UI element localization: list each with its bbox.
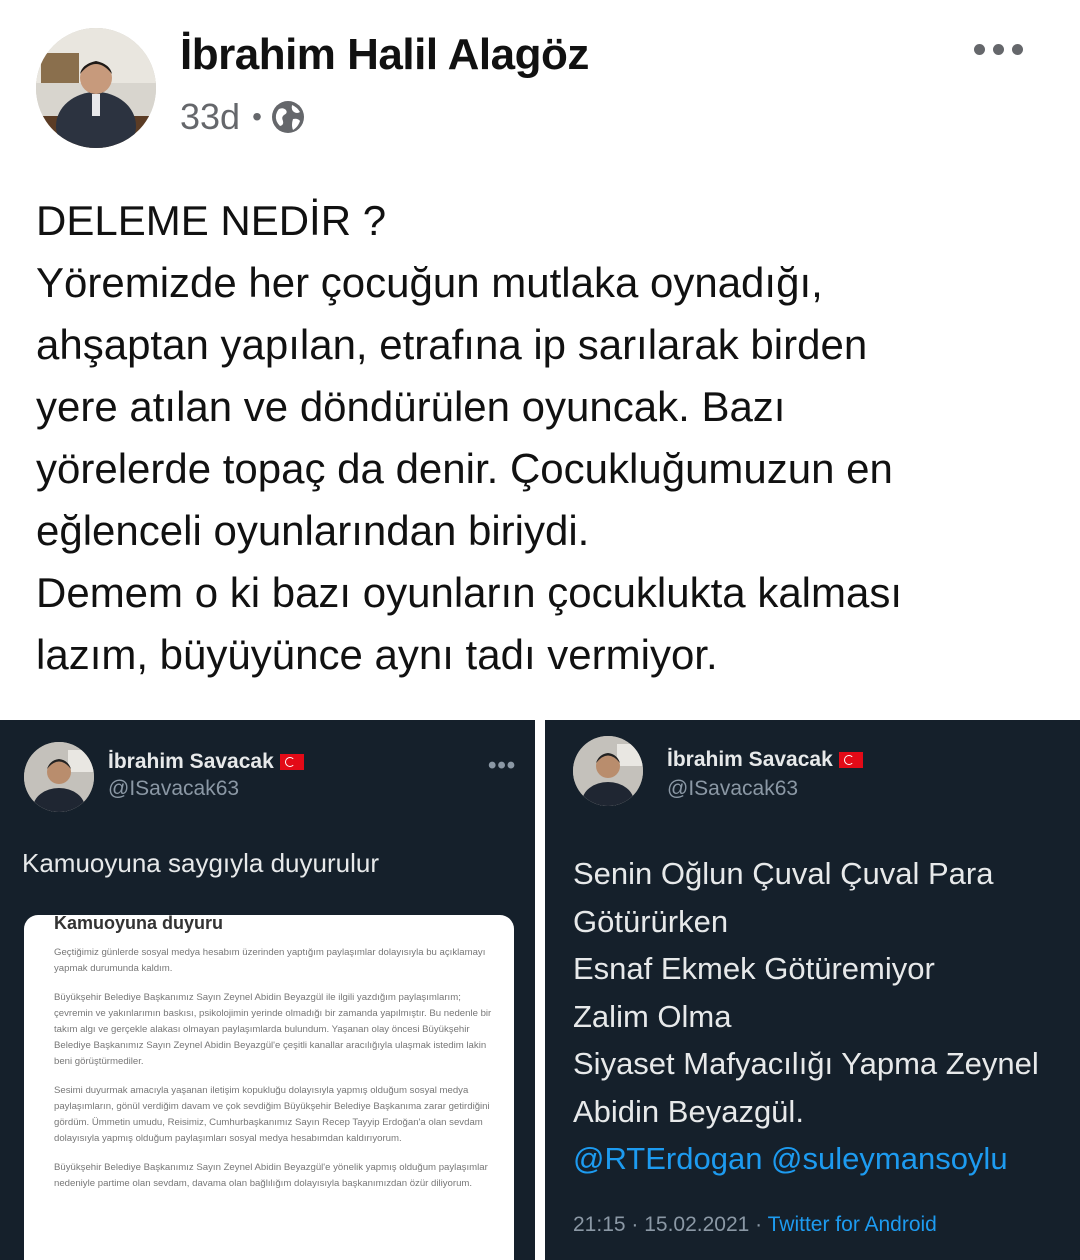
tweet-screenshot-left[interactable]: İbrahim Savacak @ISavacak63 ••• Kamuoyun…	[0, 720, 535, 1260]
statement-image-card[interactable]: Kamuoyuna duyuru Geçtiğimiz günlerde sos…	[24, 915, 514, 1260]
tweet-handle[interactable]: @ISavacak63	[667, 777, 798, 801]
statement-paragraph: Büyükşehir Belediye Başkanımız Sayın Zey…	[54, 992, 492, 1067]
tweet-avatar	[573, 736, 643, 806]
post-line: yörelerde topaç da denir. Çocukluğumuzun…	[36, 445, 893, 492]
tweet-mentions[interactable]: @RTErdogan @suleymansoylu	[573, 1135, 1039, 1183]
author-avatar[interactable]	[36, 28, 156, 148]
tweet-author-name[interactable]: İbrahim Savacak	[667, 748, 863, 772]
tweet-line: Siyaset Mafyacılığı Yapma Zeynel	[573, 1046, 1039, 1081]
tweet-line: Esnaf Ekmek Götüremiyor	[573, 951, 935, 986]
turkey-flag-icon	[279, 754, 304, 770]
globe-icon	[271, 101, 304, 133]
tweet-timestamp[interactable]: 21:15 · 15.02.2021 ·	[573, 1213, 762, 1236]
author-avatar-image	[36, 28, 156, 148]
more-horizontal-icon[interactable]	[972, 34, 1026, 64]
tweet-screenshot-right[interactable]: İbrahim Savacak @ISavacak63 Senin Oğlun …	[545, 720, 1080, 1260]
post-author-name[interactable]: İbrahim Halil Alagöz	[180, 30, 589, 80]
post-line: ahşaptan yapılan, etrafına ip sarılarak …	[36, 321, 868, 368]
statement-paragraph: Büyükşehir Belediye Başkanımız Sayın Zey…	[54, 1162, 488, 1189]
tweet-line: Senin Oğlun Çuval Çuval Para	[573, 856, 994, 891]
post-line: Demem o ki bazı oyunların çocuklukta kal…	[36, 569, 903, 616]
tweet-author-label: İbrahim Savacak	[108, 750, 274, 773]
statement-paragraph: Geçtiğimiz günlerde sosyal medya hesabım…	[54, 947, 486, 974]
post-line: yere atılan ve döndürülen oyuncak. Bazı	[36, 383, 786, 430]
tweet-text: Senin Oğlun Çuval Çuval Para Götürürken …	[573, 850, 1039, 1183]
tweet-footer: 21:15 · 15.02.2021 · Twitter for Android	[573, 1213, 937, 1237]
statement-body: Geçtiğimiz günlerde sosyal medya hesabım…	[54, 945, 494, 1205]
tweet-author-label: İbrahim Savacak	[667, 748, 833, 771]
tweet-more-icon[interactable]: •••	[488, 752, 516, 780]
tweet-line: Abidin Beyazgül.	[573, 1093, 804, 1129]
tweet-handle[interactable]: @ISavacak63	[108, 777, 239, 801]
tweet-source-link[interactable]: Twitter for Android	[768, 1213, 937, 1236]
tweet-line: Götürürken	[573, 903, 729, 939]
tweet-avatar	[24, 742, 94, 812]
post-body: DELEME NEDİR ? Yöremizde her çocuğun mut…	[36, 190, 1056, 686]
tweet-avatar-image	[573, 736, 643, 806]
post-meta: 33d •	[180, 96, 306, 138]
tweet-author-name[interactable]: İbrahim Savacak	[108, 750, 304, 774]
meta-separator: •	[252, 101, 262, 132]
post-line: lazım, büyüyünce aynı tadı vermiyor.	[36, 631, 718, 678]
tweet-text: Kamuoyuna saygıyla duyurulur	[22, 848, 379, 878]
statement-paragraph: Sesimi duyurmak amacıyla yaşanan iletişi…	[54, 1085, 490, 1144]
post-line: eğlenceli oyunlarından biriydi.	[36, 507, 590, 554]
post-time[interactable]: 33d	[180, 96, 240, 138]
statement-title: Kamuoyuna duyuru	[54, 915, 224, 933]
tweet-line: Zalim Olma	[573, 998, 732, 1034]
post-line: DELEME NEDİR ?	[36, 197, 387, 244]
post-line: Yöremizde her çocuğun mutlaka oynadığı,	[36, 259, 823, 306]
turkey-flag-icon	[838, 752, 863, 768]
tweet-avatar-image	[24, 742, 94, 812]
